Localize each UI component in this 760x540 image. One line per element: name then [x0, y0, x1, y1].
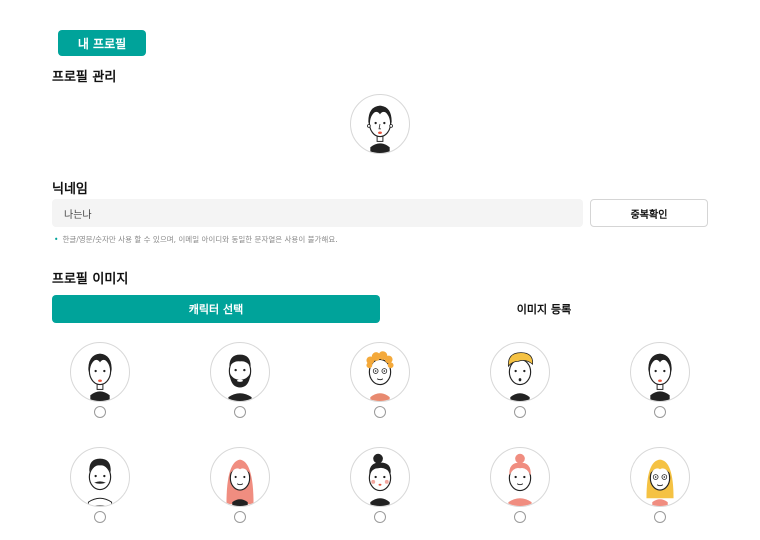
- character-woman-black-hair-icon: [367, 105, 393, 153]
- man-mustache-icon: [87, 458, 113, 506]
- woman-pink-long-hair-icon: [226, 459, 254, 506]
- nickname-hint: • 한글/영문/숫자만 사용 할 수 있으며, 이메일 아이디와 동일한 문자열은…: [54, 234, 338, 245]
- character-option[interactable]: [490, 342, 550, 418]
- character-option[interactable]: [490, 447, 550, 523]
- character-option[interactable]: [210, 342, 270, 418]
- character-option[interactable]: [70, 447, 130, 523]
- character-radio[interactable]: [234, 511, 246, 523]
- tab-character-select[interactable]: 캐릭터 선택: [52, 295, 380, 323]
- character-radio[interactable]: [94, 406, 106, 418]
- character-radio[interactable]: [654, 406, 666, 418]
- character-radio[interactable]: [94, 511, 106, 523]
- nickname-input[interactable]: [52, 199, 583, 227]
- woman-black-hair-icon: [88, 353, 112, 401]
- character-option[interactable]: [350, 342, 410, 418]
- character-avatar[interactable]: [210, 447, 270, 507]
- character-radio[interactable]: [654, 511, 666, 523]
- character-option[interactable]: [210, 447, 270, 523]
- character-avatar[interactable]: [350, 342, 410, 402]
- character-avatar[interactable]: [490, 447, 550, 507]
- character-avatar[interactable]: [70, 342, 130, 402]
- profile-manage-title: 프로필 관리: [52, 70, 117, 85]
- woman-blond-glasses-icon: [646, 459, 674, 506]
- character-avatar[interactable]: [210, 342, 270, 402]
- character-avatar[interactable]: [630, 447, 690, 507]
- character-option[interactable]: [70, 342, 130, 418]
- duplicate-check-button[interactable]: 중복확인: [590, 199, 708, 227]
- character-avatar[interactable]: [70, 447, 130, 507]
- character-radio[interactable]: [514, 511, 526, 523]
- nickname-label: 닉네임: [52, 182, 88, 197]
- my-profile-badge: 내 프로필: [58, 30, 146, 56]
- blond-man-icon: [507, 352, 533, 401]
- woman-pink-bun-icon: [508, 453, 532, 506]
- character-avatar[interactable]: [630, 342, 690, 402]
- profile-page: 내 프로필 프로필 관리 닉네임 중복확인 •한글/영문/숫자만 사용 할 수 …: [0, 0, 760, 540]
- character-option[interactable]: [630, 342, 690, 418]
- nickname-hint-text: 한글/영문/숫자만 사용 할 수 있으며, 이메일 아이디와 동일한 문자열은 …: [62, 235, 338, 244]
- woman-black-hair-icon: [648, 353, 672, 401]
- character-avatar[interactable]: [490, 342, 550, 402]
- current-avatar: [350, 94, 410, 154]
- woman-black-bun-icon: [368, 453, 392, 506]
- character-avatar[interactable]: [350, 447, 410, 507]
- man-beard-icon: [228, 354, 252, 401]
- character-radio[interactable]: [374, 406, 386, 418]
- character-radio[interactable]: [374, 511, 386, 523]
- character-radio[interactable]: [514, 406, 526, 418]
- bullet-icon: •: [54, 235, 59, 244]
- character-option[interactable]: [630, 447, 690, 523]
- character-radio[interactable]: [234, 406, 246, 418]
- curly-orange-hair-icon: [366, 351, 394, 401]
- profile-image-label: 프로필 이미지: [52, 272, 129, 287]
- character-option[interactable]: [350, 447, 410, 523]
- tab-image-upload[interactable]: 이미지 등록: [380, 295, 708, 323]
